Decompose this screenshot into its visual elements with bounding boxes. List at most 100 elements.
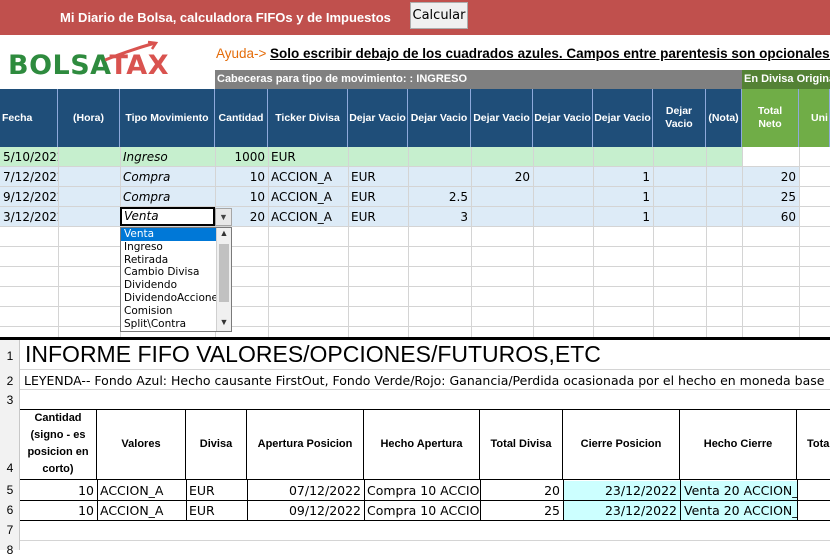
fifo-cell-cantidad[interactable]: 10 bbox=[20, 501, 97, 521]
fifo-cell-divisa[interactable]: EUR bbox=[186, 481, 247, 501]
dropdown-option-cambio-divisa[interactable]: Cambio Divisa bbox=[121, 266, 217, 279]
scroll-up-icon[interactable]: ▲ bbox=[217, 228, 231, 242]
fifo-cell-divisa[interactable]: EUR bbox=[186, 501, 247, 521]
tipo-movimiento-select[interactable]: Venta bbox=[120, 207, 215, 226]
logo-swoosh-icon bbox=[104, 40, 159, 62]
cell-total-neto[interactable]: 25 bbox=[742, 187, 799, 207]
col-dejar-vacio-6[interactable]: Dejar Vacio bbox=[653, 89, 706, 147]
fifo-col-total-divisa[interactable]: Total Divisa bbox=[480, 409, 563, 479]
scroll-down-icon[interactable]: ▼ bbox=[217, 317, 231, 331]
cell-cambio[interactable]: 1 bbox=[593, 167, 653, 187]
cell-ticker[interactable]: ACCION_A bbox=[268, 167, 348, 187]
col-unidad[interactable]: Uni bbox=[799, 89, 830, 147]
dropdown-scrollbar[interactable]: ▲ ▼ bbox=[216, 228, 231, 331]
col-total-neto[interactable]: Total Neto bbox=[742, 89, 799, 147]
cell-total-neto[interactable]: 20 bbox=[742, 167, 799, 187]
fifo-col-cierre-posicion[interactable]: Cierre Posicion bbox=[563, 409, 680, 479]
calcular-button[interactable]: Calcular bbox=[410, 2, 468, 29]
col-dejar-vacio-2[interactable]: Dejar Vacio bbox=[408, 89, 471, 147]
row-number[interactable]: 2 bbox=[0, 374, 20, 388]
dropdown-option-ingreso[interactable]: Ingreso bbox=[121, 241, 217, 254]
cell-fecha[interactable]: 9/12/2022 bbox=[0, 187, 58, 207]
cell-cantidad[interactable]: 1000 bbox=[215, 147, 268, 167]
col-nota[interactable]: (Nota) bbox=[706, 89, 742, 147]
row-number[interactable]: 6 bbox=[0, 503, 20, 517]
cell-cambio[interactable]: 1 bbox=[593, 207, 653, 227]
fifo-cell-hecho-cierre[interactable]: Venta 20 ACCION_ bbox=[681, 481, 797, 500]
scrollbar-thumb[interactable] bbox=[219, 244, 229, 302]
col-hora[interactable]: (Hora) bbox=[58, 89, 120, 147]
row-number[interactable]: 3 bbox=[0, 393, 20, 407]
fifo-cell-cierre[interactable]: 23/12/2022 bbox=[564, 501, 680, 520]
cell-divisa[interactable]: EUR bbox=[348, 167, 408, 187]
help-label: Ayuda-> bbox=[216, 46, 267, 61]
dropdown-option-comision[interactable]: Comision bbox=[121, 305, 217, 318]
divisa-original-subheader: En Divisa Origina bbox=[742, 70, 830, 89]
fifo-cell-apertura[interactable]: 07/12/2022 bbox=[247, 481, 364, 501]
row-number[interactable]: 4 bbox=[0, 461, 20, 475]
fifo-cell-cantidad[interactable]: 10 bbox=[20, 481, 97, 501]
grid-line bbox=[58, 147, 59, 337]
row-number[interactable]: 5 bbox=[0, 483, 20, 497]
cell-cambio[interactable]: 1 bbox=[593, 187, 653, 207]
cell-ticker[interactable]: EUR bbox=[268, 147, 348, 167]
fifo-cell-apertura[interactable]: 09/12/2022 bbox=[247, 501, 364, 521]
grid-line bbox=[653, 147, 654, 337]
cell-ticker[interactable]: ACCION_A bbox=[268, 207, 348, 227]
cell-divisa[interactable]: EUR bbox=[348, 207, 408, 227]
fifo-col-cantidad[interactable]: Cantidad (signo - es posicion en corto) bbox=[20, 409, 97, 479]
fifo-col-total[interactable]: Tota bbox=[797, 409, 830, 479]
fifo-cell-hecho-apertura[interactable]: Compra 10 ACCION bbox=[364, 481, 480, 501]
cell-precio[interactable]: 20 bbox=[471, 167, 533, 187]
cell-comision[interactable]: 2.5 bbox=[408, 187, 471, 207]
fifo-cell-cierre[interactable]: 23/12/2022 bbox=[564, 481, 680, 500]
fifo-cell-hecho-cierre[interactable]: Venta 20 ACCION_ bbox=[681, 501, 797, 520]
fifo-cell-valor[interactable]: ACCION_A bbox=[97, 501, 186, 521]
col-tipo-movimiento[interactable]: Tipo Movimiento bbox=[120, 89, 215, 147]
cell-comision[interactable]: 3 bbox=[408, 207, 471, 227]
fifo-col-hecho-cierre[interactable]: Hecho Cierre bbox=[680, 409, 797, 479]
fifo-cell-hecho-apertura[interactable]: Compra 10 ACCION bbox=[364, 501, 480, 521]
cell-cantidad[interactable]: 10 bbox=[215, 167, 268, 187]
row-number[interactable]: 1 bbox=[0, 349, 20, 363]
window-title: Mi Diario de Bolsa, calculadora FIFOs y … bbox=[60, 10, 391, 25]
col-dejar-vacio-4[interactable]: Dejar Vacio bbox=[533, 89, 593, 147]
cell-tipo[interactable]: Compra bbox=[120, 167, 215, 187]
fifo-cell-total[interactable]: 25 bbox=[480, 501, 563, 521]
cell-cantidad[interactable]: 10 bbox=[215, 187, 268, 207]
dropdown-option-retirada[interactable]: Retirada bbox=[121, 254, 217, 267]
column-header-row: Fecha (Hora) Tipo Movimiento Cantidad Ti… bbox=[0, 89, 830, 147]
col-dejar-vacio-1[interactable]: Dejar Vacio bbox=[348, 89, 408, 147]
grid-line bbox=[593, 147, 594, 337]
cell-total-neto[interactable]: 60 bbox=[742, 207, 799, 227]
dropdown-option-split-contra[interactable]: Split\Contra bbox=[121, 318, 217, 331]
col-fecha[interactable]: Fecha bbox=[0, 89, 58, 147]
chevron-down-icon[interactable]: ▼ bbox=[215, 208, 232, 226]
cell-tipo[interactable]: Ingreso bbox=[120, 147, 215, 167]
col-cantidad[interactable]: Cantidad bbox=[215, 89, 268, 147]
grid-line bbox=[706, 147, 707, 337]
row-number[interactable]: 8 bbox=[0, 543, 20, 557]
dropdown-option-dividendo-acciones[interactable]: DividendoAcciones bbox=[121, 292, 217, 305]
fifo-col-valores[interactable]: Valores bbox=[97, 409, 186, 479]
fifo-cell-total[interactable]: 20 bbox=[480, 481, 563, 501]
cell-ticker[interactable]: ACCION_A bbox=[268, 187, 348, 207]
dropdown-option-dividendo[interactable]: Dividendo bbox=[121, 279, 217, 292]
col-ticker-divisa[interactable]: Ticker Divisa bbox=[268, 89, 348, 147]
row-number[interactable]: 7 bbox=[0, 523, 20, 537]
fifo-col-hecho-apertura[interactable]: Hecho Apertura bbox=[364, 409, 480, 479]
cell-fecha[interactable]: 3/12/2022 bbox=[0, 207, 58, 227]
fifo-col-divisa[interactable]: Divisa bbox=[186, 409, 247, 479]
col-dejar-vacio-5[interactable]: Dejar Vacio bbox=[593, 89, 653, 147]
fifo-cell-valor[interactable]: ACCION_A bbox=[97, 481, 186, 501]
cell-divisa[interactable]: EUR bbox=[348, 187, 408, 207]
movement-type-subheader: Cabeceras para tipo de movimiento: : ING… bbox=[215, 70, 742, 89]
cell-tipo[interactable]: Compra bbox=[120, 187, 215, 207]
section-separator bbox=[0, 337, 830, 340]
row-number-column: 1 2 3 4 5 6 7 8 bbox=[0, 340, 20, 557]
col-dejar-vacio-3[interactable]: Dejar Vacio bbox=[471, 89, 533, 147]
cell-fecha[interactable]: 7/12/2022 bbox=[0, 167, 58, 187]
cell-fecha[interactable]: 5/10/2022 bbox=[0, 147, 58, 167]
fifo-col-apertura-posicion[interactable]: Apertura Posicion bbox=[247, 409, 364, 479]
dropdown-option-venta[interactable]: Venta bbox=[121, 228, 217, 241]
